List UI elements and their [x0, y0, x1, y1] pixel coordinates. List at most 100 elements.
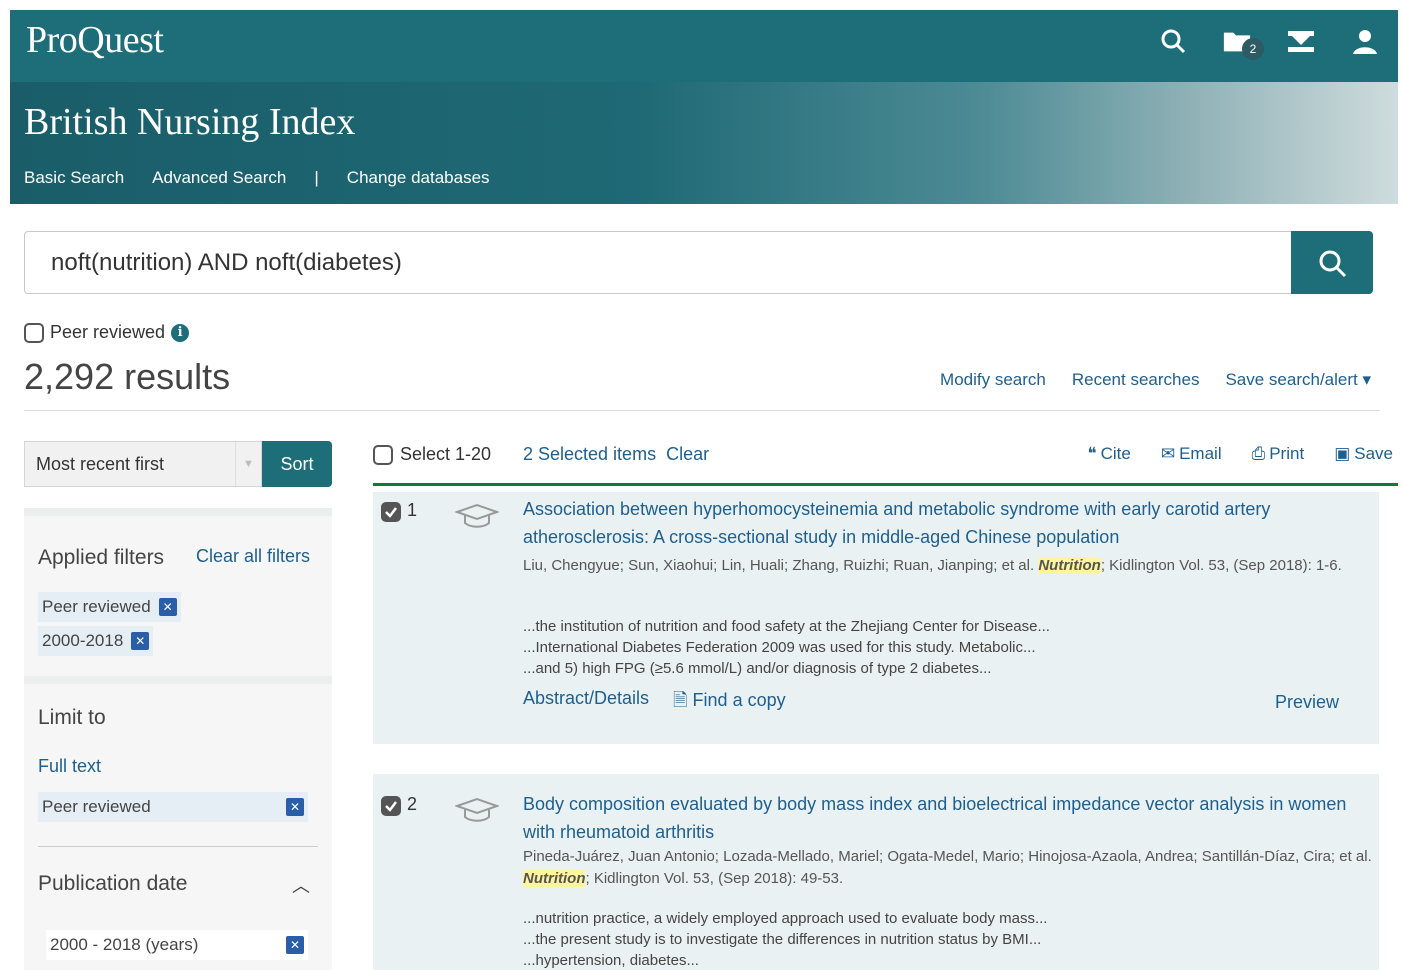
- database-header: British Nursing Index Basic Search Advan…: [10, 82, 1398, 204]
- record-links: Abstract/Details 🗎 Find a copy: [523, 688, 786, 718]
- print-button[interactable]: ⎙ Print: [1252, 444, 1305, 464]
- divider: [38, 846, 318, 847]
- record-citation: Liu, Chengyue; Sun, Xiaohui; Lin, Huali;…: [523, 555, 1373, 577]
- recent-searches-link[interactable]: Recent searches: [1072, 370, 1200, 390]
- peer-reviewed-checkbox[interactable]: [24, 322, 44, 343]
- save-search-link[interactable]: Save search/alert ▾: [1225, 370, 1371, 390]
- chevron-up-icon[interactable]: ︿: [292, 872, 310, 898]
- proquest-logo[interactable]: ProQuest: [26, 18, 164, 62]
- record-journal[interactable]: Nutrition: [523, 870, 586, 887]
- search-icon[interactable]: [1158, 26, 1188, 56]
- basic-search-link[interactable]: Basic Search: [24, 168, 124, 188]
- cite-button[interactable]: ❝ Cite: [1087, 444, 1130, 464]
- peer-reviewed-label: Peer reviewed: [50, 322, 166, 342]
- remove-filter-icon[interactable]: ✕: [158, 598, 177, 616]
- result-actions: ❝ Cite ✉ Email ⎙ Print ▣ Save: [1087, 444, 1393, 464]
- record-source-details: ; Kidlington Vol. 53, (Sep 2018): 1-6.: [1100, 557, 1342, 574]
- user-icon[interactable]: [1350, 26, 1380, 56]
- search-button[interactable]: [1291, 231, 1373, 294]
- folder-count-badge: 2: [1242, 38, 1264, 60]
- limit-to-heading: Limit to: [38, 706, 106, 729]
- record-title-link[interactable]: Body composition evaluated by body mass …: [523, 790, 1373, 846]
- result-record: 2 Body composition evaluated by body mas…: [373, 774, 1379, 970]
- email-label: Email: [1179, 444, 1222, 463]
- selected-items: 2 Selected items Clear: [523, 444, 709, 465]
- remove-filter-icon[interactable]: ✕: [286, 798, 304, 816]
- search-icon: [1319, 250, 1347, 277]
- top-bar: ProQuest 2: [10, 10, 1398, 82]
- print-label: Print: [1269, 444, 1305, 463]
- limit-to-section: Limit to Full text Peer reviewed ✕ Publi…: [24, 684, 332, 970]
- save-label: Save: [1354, 444, 1393, 463]
- preview-link[interactable]: Preview: [1275, 692, 1339, 713]
- search-box: [24, 231, 1292, 294]
- envelope-icon: ✉: [1160, 444, 1176, 463]
- clear-all-filters-link[interactable]: Clear all filters: [196, 546, 310, 567]
- snippet-line: ...the present study is to investigate t…: [523, 931, 1042, 948]
- peer-reviewed-toggle: Peer reviewed i: [24, 322, 190, 343]
- select-all: Select 1-20: [373, 444, 491, 465]
- change-databases-link[interactable]: Change databases: [347, 168, 490, 188]
- modify-search-link[interactable]: Modify search: [940, 370, 1046, 390]
- checkmark-icon: [385, 801, 397, 812]
- scholarly-journal-icon: [453, 502, 501, 537]
- save-button[interactable]: ▣ Save: [1334, 444, 1393, 464]
- document-icon: 🗎: [673, 690, 688, 710]
- database-nav: Basic Search Advanced Search | Change da…: [24, 168, 490, 188]
- remove-filter-icon[interactable]: ✕: [131, 632, 150, 650]
- snippet-line: ...International Diabetes Federation 200…: [523, 639, 1036, 656]
- search-input[interactable]: [25, 232, 1291, 293]
- peer-reviewed-filter-label: Peer reviewed: [42, 797, 151, 816]
- applied-filter-label: Peer reviewed: [42, 597, 151, 616]
- sort-selected-value: Most recent first: [36, 453, 165, 474]
- email-button[interactable]: ✉ Email: [1161, 444, 1222, 464]
- checkmark-icon: [385, 507, 397, 518]
- toolbar-divider: [373, 483, 1398, 486]
- clear-selection-link[interactable]: Clear: [666, 444, 709, 465]
- applied-filters-section: Applied filters Clear all filters Peer r…: [24, 516, 332, 676]
- folder-icon[interactable]: 2: [1222, 26, 1264, 60]
- divider: [24, 410, 1380, 411]
- record-title-link[interactable]: Association between hyperhomocysteinemia…: [523, 495, 1373, 551]
- record-citation: Pineda-Juárez, Juan Antonio; Lozada-Mell…: [523, 846, 1373, 890]
- applied-filter-chip: Peer reviewed ✕: [38, 592, 181, 622]
- cite-label: Cite: [1100, 444, 1131, 463]
- info-icon[interactable]: i: [171, 323, 190, 342]
- date-range-chip: 2000 - 2018 (years) ✕: [46, 930, 308, 960]
- record-journal[interactable]: Nutrition: [1038, 557, 1101, 574]
- select-all-checkbox[interactable]: [373, 444, 393, 465]
- select-all-label: Select 1-20: [400, 444, 492, 464]
- find-copy-link[interactable]: 🗎 Find a copy: [673, 688, 786, 718]
- snippet-line: ...hypertension, diabetes...: [523, 952, 699, 969]
- advanced-search-link[interactable]: Advanced Search: [152, 168, 286, 188]
- record-snippets: ...the institution of nutrition and food…: [523, 616, 1373, 679]
- full-text-link[interactable]: Full text: [38, 756, 101, 777]
- applied-filter-chip: 2000-2018 ✕: [38, 626, 154, 656]
- quote-icon: ❝: [1087, 444, 1097, 463]
- record-checkbox[interactable]: [381, 502, 401, 522]
- printer-icon: ⎙: [1251, 444, 1266, 463]
- find-copy-label: Find a copy: [692, 690, 786, 710]
- record-authors: Pineda-Juárez, Juan Antonio; Lozada-Mell…: [523, 848, 1372, 865]
- peer-reviewed-filter-chip: Peer reviewed ✕: [38, 792, 308, 822]
- top-icons: 2: [1158, 26, 1380, 60]
- record-authors: Liu, Chengyue; Sun, Xiaohui; Lin, Huali;…: [523, 557, 1039, 574]
- record-snippets: ...nutrition practice, a widely employed…: [523, 908, 1373, 970]
- record-checkbox[interactable]: [381, 796, 401, 816]
- database-title: British Nursing Index: [24, 101, 356, 143]
- save-icon: ▣: [1334, 444, 1351, 463]
- nav-separator: |: [314, 168, 319, 187]
- snippet-line: ...the institution of nutrition and food…: [523, 618, 1050, 635]
- abstract-details-link[interactable]: Abstract/Details: [523, 688, 649, 718]
- publication-date-heading: Publication date: [38, 872, 188, 895]
- filter-sidebar: Applied filters Clear all filters Peer r…: [24, 508, 332, 970]
- alert-icon[interactable]: [1286, 26, 1316, 56]
- remove-filter-icon[interactable]: ✕: [286, 936, 304, 954]
- record-number: 1: [407, 500, 418, 520]
- applied-filter-label: 2000-2018: [42, 631, 124, 650]
- sort-select[interactable]: Most recent first ▼: [24, 441, 262, 487]
- selected-items-link[interactable]: 2 Selected items: [523, 444, 656, 465]
- snippet-line: ...and 5) high FPG (≥5.6 mmol/L) and/or …: [523, 660, 992, 677]
- record-source-details: ; Kidlington Vol. 53, (Sep 2018): 49-53.: [585, 870, 844, 887]
- sort-button[interactable]: Sort: [262, 441, 332, 487]
